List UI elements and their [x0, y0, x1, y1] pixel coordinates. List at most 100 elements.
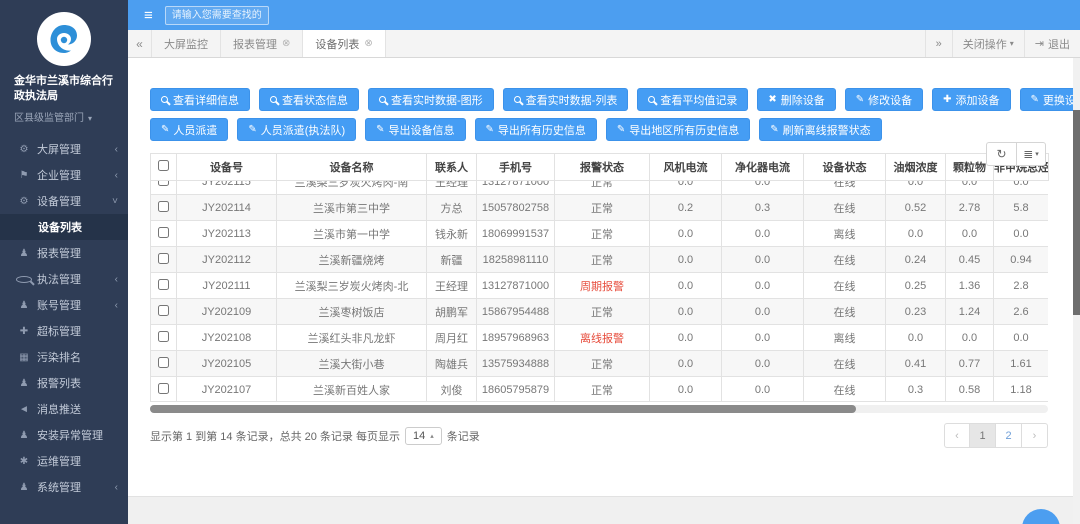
department-selector[interactable]: 区县级监管部门 ▾	[0, 104, 128, 124]
sidebar-item-pollution-ranking[interactable]: ▦ 污染排名	[0, 344, 128, 370]
device-table-body[interactable]: JY202115 兰溪梨三岁炭火烤肉-南 王经理 13127871000 正常 0.0 0.…	[150, 181, 1048, 402]
tab-close-icon[interactable]: ⊗	[364, 38, 372, 49]
column-header: 设备名称	[276, 153, 427, 181]
table-row[interactable]: JY202115 兰溪梨三岁炭火烤肉-南 王经理 13127871000 正常 0.0 0.…	[150, 181, 1048, 195]
tab-close-icon[interactable]: ⊗	[282, 38, 290, 49]
sidebar-item-system-management[interactable]: ♟ 系统管理 ‹	[0, 474, 128, 500]
table-row[interactable]: JY202112 兰溪新疆烧烤 新疆 18258981110 正常 0.0 0.0 在线 0.2…	[150, 246, 1048, 273]
sidebar-item-label: 消息推送	[37, 404, 81, 416]
replace-device-button[interactable]: ✎更换设备	[1019, 88, 1080, 111]
view-realtime-chart-button[interactable]: 查看实时数据-图形	[368, 88, 494, 111]
table-row[interactable]: JY202111 兰溪梨三岁炭火烤肉-北 王经理 13127871000 周期报警 0.0…	[150, 272, 1048, 299]
row-checkbox[interactable]	[158, 200, 169, 212]
table-row[interactable]: JY202109 兰溪枣树饭店 胡鹏军 15867954488 正常 0.0 0.0 在线 0.…	[150, 298, 1048, 325]
chevron-up-icon: ▴	[430, 432, 434, 440]
plus-icon: ✚	[19, 325, 29, 337]
global-search-input[interactable]	[164, 5, 269, 25]
chevron-left-icon: ‹	[114, 169, 118, 181]
tab-report-management[interactable]: 报表管理 ⊗	[221, 30, 304, 57]
tabs-scroll-left-icon[interactable]: «	[128, 30, 152, 57]
cell-nmhc: 2.8	[993, 272, 1048, 299]
dispatch-personnel-button[interactable]: ✎ 人员派遣	[150, 118, 229, 141]
cell-purifier_current: 0.0	[721, 324, 804, 351]
cell-device_no: JY202115	[176, 181, 277, 195]
tab-screen-monitor[interactable]: 大屏监控	[152, 30, 221, 57]
view-average-record-button[interactable]: 查看平均值记录	[637, 88, 749, 111]
row-checkbox[interactable]	[158, 330, 169, 342]
view-realtime-list-button[interactable]: 查看实时数据-列表	[502, 88, 629, 111]
tab-bar: « 大屏监控 报表管理 ⊗ 设备列表 ⊗ » 关闭操作 ▾ ⇥ 退出	[128, 30, 1080, 58]
cell-device_status: 离线	[803, 324, 886, 351]
sidebar-item-enterprise-management[interactable]: ⚑ 企业管理 ‹	[0, 162, 128, 188]
button-label: 删除设备	[780, 94, 825, 107]
cell-device_no: JY202109	[176, 298, 277, 325]
export-device-info-button[interactable]: ✎ 导出设备信息	[365, 118, 466, 141]
row-checkbox[interactable]	[158, 304, 169, 316]
refresh-offline-alarm-button[interactable]: ✎ 刷新离线报警状态	[759, 118, 882, 141]
device-table: 设备号 设备名称 联系人 手机号 报警状态 风机电流 净化器电流 设备状态 油烟浓度 颗粒物 非甲烷…	[150, 153, 1049, 402]
org-logo-icon	[37, 12, 91, 66]
columns-toggle-button[interactable]: ≣ ▾	[1016, 142, 1046, 166]
page-size-select[interactable]: 14 ▴	[404, 426, 442, 445]
sidebar-menu: ⚙ 大屏管理 ‹ ⚑ 企业管理 ‹ ⚙ 设备管理 ˅ 设备列表 ♟ 报表管理 执法管理 ‹ ♟ 账号管理 ‹ ✚ 超…	[0, 136, 128, 500]
export-all-history-button[interactable]: ✎ 导出所有历史信息	[474, 118, 597, 141]
hamburger-menu-icon[interactable]: ≡	[144, 7, 153, 24]
edit-icon: ✎	[485, 124, 494, 135]
refresh-button[interactable]: ↻	[986, 142, 1016, 166]
horizontal-scrollbar[interactable]	[150, 405, 1048, 413]
row-select-cell	[150, 298, 177, 325]
cell-contact: 钱永新	[426, 220, 477, 247]
tabs-scroll-right-icon[interactable]: »	[924, 30, 952, 57]
cell-phone: 13575934888	[476, 350, 555, 377]
table-row[interactable]: JY202113 兰溪市第一中学 钱永新 18069991537 正常 0.0 0.0 离线 0…	[150, 220, 1048, 247]
cell-oil_density: 0.0	[885, 220, 946, 247]
sidebar-item-law-enforcement-management[interactable]: 执法管理 ‹	[0, 266, 128, 292]
page-button-2[interactable]: 2	[996, 423, 1022, 448]
export-region-history-button[interactable]: ✎ 导出地区所有历史信息	[605, 118, 751, 141]
cell-fan_current: 0.0	[649, 181, 722, 195]
sidebar-item-report-management[interactable]: ♟ 报表管理	[0, 240, 128, 266]
add-device-button[interactable]: ✚ 添加设备	[932, 88, 1011, 111]
sidebar-item-message-push[interactable]: ◄ 消息推送	[0, 396, 128, 422]
row-checkbox[interactable]	[158, 278, 169, 290]
sidebar-item-account-management[interactable]: ♟ 账号管理 ‹	[0, 292, 128, 318]
sidebar-subitem-device-list[interactable]: 设备列表	[0, 214, 128, 240]
search-icon	[270, 96, 277, 103]
top-navbar: ≡	[128, 0, 1080, 30]
row-checkbox[interactable]	[158, 252, 169, 264]
row-checkbox[interactable]	[158, 181, 169, 186]
sidebar-item-exceed-management[interactable]: ✚ 超标管理	[0, 318, 128, 344]
tab-device-list[interactable]: 设备列表 ⊗	[303, 30, 386, 57]
sidebar-item-screen-management[interactable]: ⚙ 大屏管理 ‹	[0, 136, 128, 162]
sidebar-item-install-exception-management[interactable]: ♟ 安装异常管理	[0, 422, 128, 448]
page-prev-button[interactable]: ‹	[944, 423, 970, 448]
row-select-cell	[150, 246, 177, 273]
table-row[interactable]: JY202114 兰溪市第三中学 方总 15057802758 正常 0.2 0.3 在线 0.…	[150, 194, 1048, 221]
view-detail-info-button[interactable]: 查看详细信息	[150, 88, 250, 111]
row-checkbox[interactable]	[158, 226, 169, 238]
vertical-scrollbar[interactable]	[1073, 58, 1080, 524]
row-checkbox[interactable]	[158, 356, 169, 368]
delete-device-button[interactable]: ✖ 删除设备	[757, 88, 836, 111]
row-checkbox[interactable]	[158, 382, 169, 394]
vertical-scrollbar-thumb[interactable]	[1073, 110, 1080, 315]
table-row[interactable]: JY202105 兰溪大街小巷 陶雄兵 13575934888 正常 0.0 0.0 在线 0.…	[150, 350, 1048, 377]
view-status-info-button[interactable]: 查看状态信息	[259, 88, 359, 111]
row-select-cell	[150, 324, 177, 351]
horizontal-scrollbar-thumb[interactable]	[150, 405, 856, 413]
close-operations-dropdown[interactable]: 关闭操作 ▾	[951, 30, 1024, 57]
select-all-checkbox[interactable]	[158, 160, 169, 171]
dispatch-personnel-law-button[interactable]: ✎ 人员派遣(执法队)	[237, 118, 357, 141]
table-row[interactable]: JY202107 兰溪新百姓人家 刘俊 18605795879 正常 0.0 0.0 在线 0.…	[150, 376, 1048, 401]
logo-swirl-icon	[45, 20, 83, 58]
table-row[interactable]: JY202108 兰溪红头非凡龙虾 周月红 18957968963 离线报警 0.0 0.0…	[150, 324, 1048, 351]
page-next-button[interactable]: ›	[1022, 423, 1048, 448]
modify-device-button[interactable]: ✎ 修改设备	[844, 88, 924, 111]
cell-particles: 0.58	[945, 376, 994, 401]
page-button-1[interactable]: 1	[970, 423, 996, 448]
sidebar-item-alarm-list[interactable]: ♟ 报警列表	[0, 370, 128, 396]
sidebar-item-device-management[interactable]: ⚙ 设备管理 ˅	[0, 188, 128, 214]
logout-button[interactable]: ⇥ 退出	[1023, 30, 1080, 57]
sidebar-item-operation-maintenance[interactable]: ✱ 运维管理	[0, 448, 128, 474]
edit-icon: ✎	[770, 124, 779, 135]
